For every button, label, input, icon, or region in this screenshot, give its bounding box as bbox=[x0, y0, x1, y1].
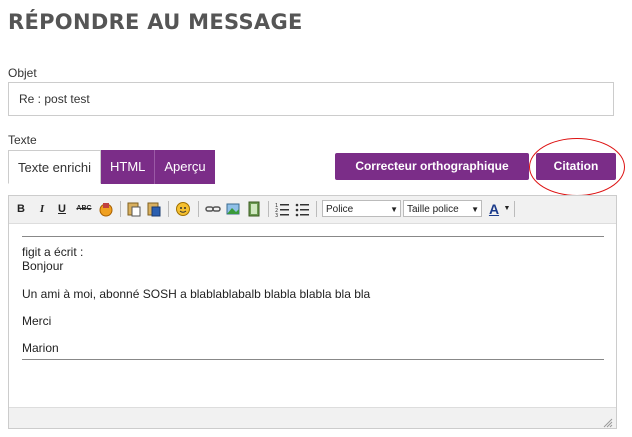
dropdown-arrow-icon: ▼ bbox=[471, 205, 479, 214]
editor-content[interactable]: figit a écrit : Bonjour Un ami à moi, ab… bbox=[22, 236, 604, 360]
dropdown-arrow-icon: ▼ bbox=[390, 205, 398, 214]
text-label: Texte bbox=[8, 133, 37, 147]
bullet-list-icon[interactable] bbox=[294, 201, 310, 217]
font-size-value: Taille police bbox=[407, 204, 459, 215]
editor-tabs: Texte enrichi HTML Aperçu bbox=[8, 150, 215, 184]
smiley-icon[interactable] bbox=[175, 201, 191, 217]
rich-text-editor: B I U ABC 123 Police ▼ Taille police ▼ A… bbox=[8, 195, 617, 429]
subject-input[interactable]: Re : post test bbox=[8, 82, 614, 116]
quote-greeting: Bonjour bbox=[22, 259, 64, 273]
highlight-circle bbox=[529, 138, 625, 196]
resize-grip-icon[interactable] bbox=[603, 415, 613, 428]
toolbar-separator bbox=[168, 201, 169, 217]
font-family-value: Police bbox=[326, 204, 354, 215]
toolbar-separator bbox=[514, 201, 515, 217]
font-size-select[interactable]: Taille police ▼ bbox=[403, 200, 482, 217]
editor-statusbar bbox=[9, 407, 616, 428]
toolbar-separator bbox=[316, 201, 317, 217]
media-icon[interactable] bbox=[246, 201, 262, 217]
numbered-list-icon[interactable]: 123 bbox=[274, 201, 290, 219]
bold-button[interactable]: B bbox=[15, 201, 27, 217]
font-family-select[interactable]: Police ▼ bbox=[322, 200, 401, 217]
text-color-dropdown-icon[interactable]: ▼ bbox=[503, 201, 511, 217]
quote-body: Un ami à moi, abonné SOSH a blablablabal… bbox=[22, 287, 371, 301]
strikethrough-button[interactable]: ABC bbox=[75, 201, 93, 217]
svg-text:3: 3 bbox=[275, 213, 278, 217]
image-icon[interactable] bbox=[225, 201, 241, 217]
clear-format-icon[interactable] bbox=[98, 201, 114, 217]
quote-top-rule bbox=[22, 236, 604, 237]
page-title: RÉPONDRE AU MESSAGE bbox=[8, 10, 303, 34]
underline-button[interactable]: U bbox=[56, 201, 68, 217]
subject-label: Objet bbox=[8, 66, 37, 80]
italic-button[interactable]: I bbox=[36, 201, 48, 217]
tab-preview[interactable]: Aperçu bbox=[155, 150, 215, 184]
editor-toolbar: B I U ABC 123 Police ▼ Taille police ▼ A… bbox=[9, 196, 616, 224]
paste-word-icon[interactable] bbox=[146, 201, 162, 217]
quote-header: figit a écrit : bbox=[22, 245, 84, 259]
tab-rich-text[interactable]: Texte enrichi bbox=[8, 150, 101, 184]
tab-html[interactable]: HTML bbox=[100, 150, 156, 184]
quote-bottom-rule bbox=[22, 359, 604, 360]
quote-thanks: Merci bbox=[22, 314, 52, 328]
quote-signature: Marion bbox=[22, 341, 59, 355]
paste-text-icon[interactable] bbox=[126, 201, 142, 217]
toolbar-separator bbox=[198, 201, 199, 217]
text-color-button[interactable]: A bbox=[486, 201, 502, 217]
toolbar-separator bbox=[120, 201, 121, 217]
spellcheck-button[interactable]: Correcteur orthographique bbox=[335, 153, 529, 180]
toolbar-separator bbox=[268, 201, 269, 217]
link-icon[interactable] bbox=[205, 201, 221, 217]
